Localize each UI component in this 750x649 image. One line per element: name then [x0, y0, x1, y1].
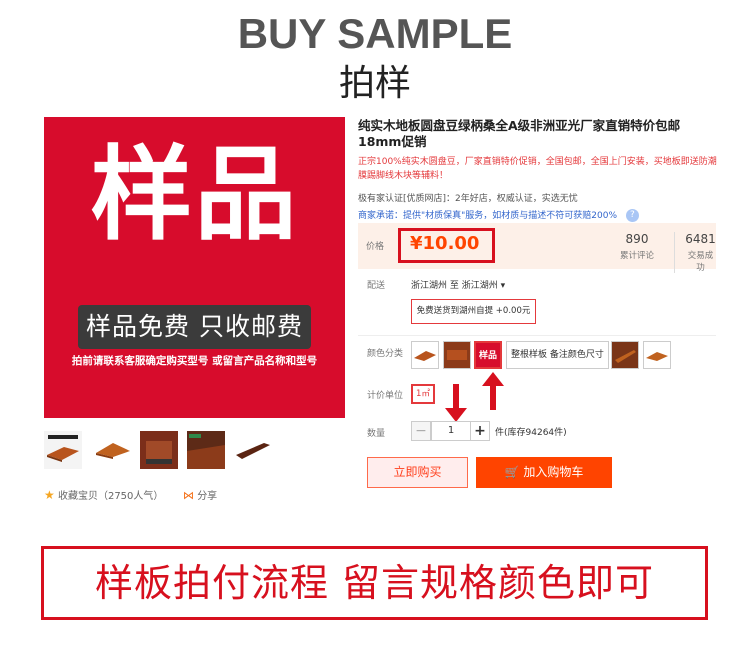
sales-label: 交易成功 [687, 251, 714, 273]
price-label: 价格 [366, 242, 385, 252]
wood-floor-room-thumb-icon [187, 431, 225, 469]
share-link[interactable]: ⋈ 分享 [183, 487, 217, 502]
hero-big-text: 样品 [90, 136, 299, 255]
wood-profile-thumb-icon [94, 431, 132, 469]
quantity-input[interactable]: 1 [431, 421, 471, 441]
quantity-increase-button[interactable]: + [470, 421, 490, 441]
unit-option[interactable]: 1㎡ [411, 384, 435, 404]
header-title-en: BUY SAMPLE [237, 10, 513, 57]
star-icon: ★ [44, 488, 55, 502]
add-to-cart-button[interactable]: 🛒 加入购物车 [476, 457, 612, 488]
thumbnail-strip [44, 431, 345, 471]
sample-swatch-icon: 样品 [476, 343, 500, 367]
wood-board-thumb-icon [234, 431, 272, 469]
color-option-1[interactable] [411, 341, 439, 369]
share-label: 分享 [197, 491, 218, 502]
shipping-route-select[interactable]: 浙江湖州 至 浙江湖州 ▾ [411, 278, 505, 291]
hero-band-text: 样品免费 只收邮费 [78, 305, 311, 349]
footer-banner: 样板拍付流程 留言规格颜色即可 [41, 546, 708, 620]
price-panel: 价格 ¥10.00 890 累计评论 6481 交易成功 [358, 223, 716, 273]
main-product-image: 样品 样品免费 只收邮费 拍前请联系客服确定购买型号 或留言产品名称和型号 [44, 117, 345, 418]
add-to-cart-label: 加入购物车 [523, 465, 584, 479]
merchant-promise[interactable]: 商家承诺：提供"材质保真"服务，如材质与描述不符可获赔200% ? [358, 208, 639, 222]
share-icon: ⋈ [183, 489, 194, 502]
sample-swatch-label: 样品 [479, 349, 497, 361]
shipping-option[interactable]: 免费送货到湖州自提 +0.00元 [411, 299, 536, 324]
thumbnail-2[interactable] [94, 431, 132, 469]
sales-count: 6481 [685, 232, 716, 246]
reviews-count: 890 [625, 232, 649, 246]
stock-info: 件(库存94264件) [495, 428, 567, 438]
unit-label: 计价单位 [367, 391, 404, 401]
thumbnail-5[interactable] [234, 431, 272, 469]
sales-stat: 6481 交易成功 [674, 232, 716, 273]
shop-badges: 极有家认证[优质网店]：2年好店，权威认证，实选无忧 [358, 194, 578, 204]
color-label: 颜色分类 [367, 349, 404, 359]
color-option-5[interactable] [643, 341, 671, 369]
help-icon[interactable]: ? [625, 209, 639, 222]
thumbnail-3[interactable] [140, 431, 178, 469]
thumbnail-4[interactable] [187, 431, 225, 469]
hero-note: 拍前请联系客服确定购买型号 或留言产品名称和型号 [71, 355, 318, 367]
header-title-cn: 拍样 [338, 63, 411, 104]
product-title: 纯实木地板圆盘豆绿柄桑全A级非洲亚光厂家直销特价包邮18mm促销 [358, 118, 681, 149]
divider [358, 335, 716, 336]
wood-swatch-icon [612, 342, 638, 368]
thumbnail-1[interactable] [44, 431, 82, 469]
shipping-label: 配送 [367, 281, 386, 291]
cart-icon: 🛒 [504, 465, 520, 479]
wood-plank-thumb-icon [44, 431, 82, 469]
wood-swatch-icon [444, 342, 470, 368]
color-option-2[interactable] [443, 341, 471, 369]
color-option-4[interactable] [611, 341, 639, 369]
color-option-text[interactable]: 整根样板 备注颜色尺寸 [506, 341, 609, 369]
sample-card-thumb-icon [140, 431, 178, 469]
wood-swatch-icon [412, 342, 438, 368]
product-subtitle: 正宗100%纯实木圆盘豆，厂家直销特价促销，全国包邮，全国上门安装，买地板即送防… [358, 157, 717, 181]
promise-text: 商家承诺：提供"材质保真"服务，如材质与描述不符可获赔200% [358, 211, 618, 221]
favorite-link[interactable]: ★ 收藏宝贝（2750人气） [44, 487, 163, 502]
buy-now-button[interactable]: 立即购买 [367, 457, 468, 488]
reviews-stat[interactable]: 890 累计评论 [620, 232, 654, 261]
favorite-label: 收藏宝贝（2750人气） [57, 491, 164, 502]
price-value: ¥10.00 [410, 233, 480, 254]
color-option-sample[interactable]: 样品 [474, 341, 502, 369]
quantity-decrease-button[interactable]: − [411, 421, 431, 441]
reviews-label: 累计评论 [620, 251, 655, 261]
quantity-label: 数量 [367, 429, 386, 439]
arrow-down-icon [445, 384, 467, 422]
wood-swatch-icon [644, 342, 670, 368]
arrow-up-icon [482, 372, 504, 410]
